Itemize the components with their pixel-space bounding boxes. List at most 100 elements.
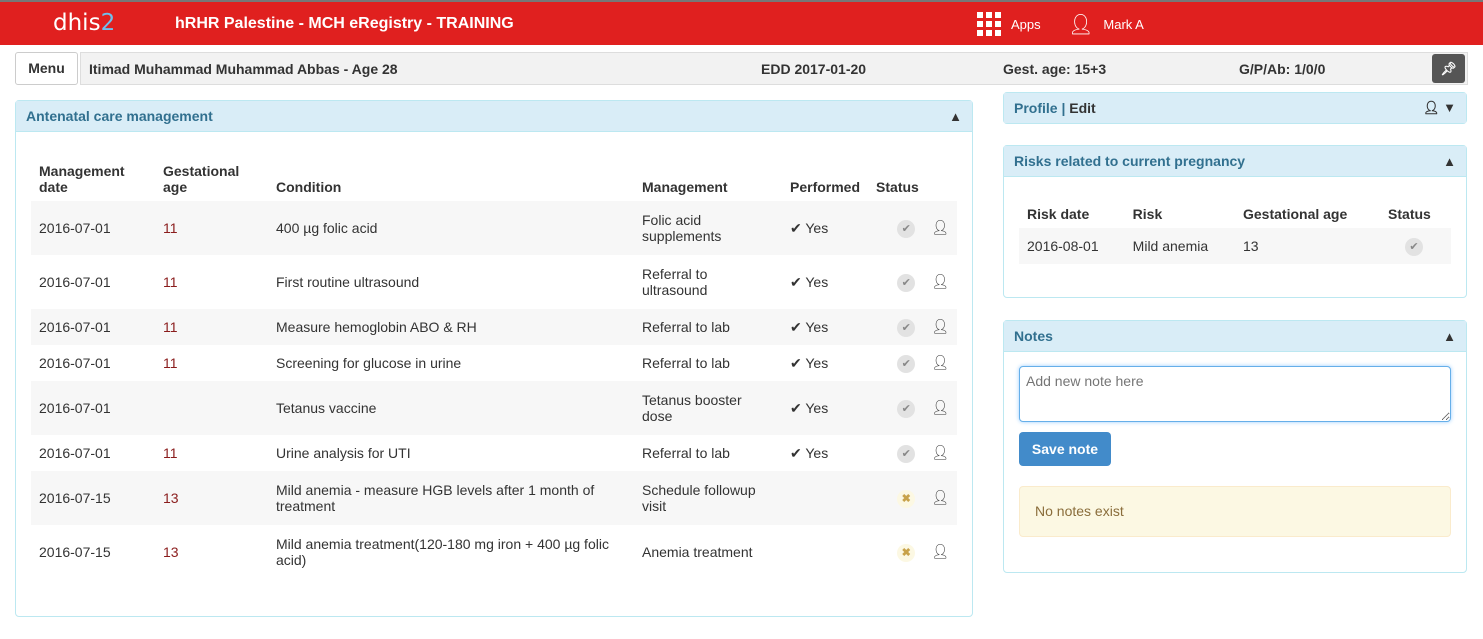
patient-name: Itimad Muhammad Muhammad Abbas - Age 28 [89, 61, 398, 77]
cell-status: ✖ 👤︎ [868, 525, 957, 579]
cell-status: ✔ 👤︎ [868, 201, 957, 255]
notes-panel: Notes▲ Save note No notes exist [1003, 320, 1467, 573]
cell-condition: 400 µg folic acid [268, 201, 634, 255]
apps-menu[interactable]: Apps [977, 12, 1041, 36]
user-icon: 👤︎ [1068, 14, 1094, 36]
risks-table: Risk date Risk Gestational age Status 20… [1019, 192, 1451, 264]
cell-status: ✔ 👤︎ [868, 435, 957, 471]
cell-management: Tetanus booster dose [634, 381, 782, 435]
x-circle-icon[interactable]: ✖ [897, 489, 916, 508]
col-header: Risk date [1027, 206, 1090, 222]
person-icon[interactable]: 👤︎ [931, 354, 949, 371]
cell-date: 2016-07-01 [31, 201, 155, 255]
table-row: 2016-07-01 11 Urine analysis for UTI Ref… [31, 435, 957, 471]
cell-date: 2016-07-01 [39, 274, 111, 290]
cell-management: Anemia treatment [642, 544, 753, 560]
chevron-up-icon[interactable]: ▲ [949, 101, 962, 132]
cell-performed: ✔ Yes [782, 201, 869, 255]
no-notes-alert: No notes exist [1019, 486, 1451, 537]
person-icon[interactable]: 👤︎ [931, 318, 949, 335]
cell-status: ✔ 👤︎ [868, 309, 957, 345]
cell-ga: 11 [155, 309, 268, 345]
cell-condition: First routine ultrasound [276, 274, 420, 290]
pin-button[interactable]: 📌︎ [1432, 54, 1465, 83]
edd: EDD 2017-01-20 [761, 61, 867, 77]
cell-condition: Mild anemia treatment(120-180 mg iron + … [276, 536, 609, 568]
person-icon[interactable]: 👤︎ [931, 444, 949, 461]
cell-date: 2016-07-01 [39, 355, 111, 371]
check-icon: ✔ [790, 444, 802, 461]
apps-grid-icon [977, 12, 1001, 36]
cell-status: ✔ 👤︎ [868, 255, 957, 309]
user-menu[interactable]: 👤︎ Mark A [1068, 12, 1144, 37]
check-circle-icon[interactable]: ✔ [897, 444, 916, 463]
menu-button[interactable]: Menu [15, 52, 78, 85]
person-icon[interactable]: 👤︎ [931, 399, 949, 416]
note-input[interactable] [1019, 366, 1451, 422]
patient-info-bar: Itimad Muhammad Muhammad Abbas - Age 28 … [80, 52, 1468, 85]
cell-management: Referral to ultrasound [642, 266, 708, 298]
table-row: 2016-07-01 11 Measure hemoglobin ABO & R… [31, 309, 957, 345]
gestational-age: Gest. age: 15+3 [1003, 61, 1107, 77]
col-header: Gestational age [163, 163, 240, 195]
check-circle-icon[interactable]: ✔ [897, 354, 916, 373]
cell-condition: Tetanus vaccine [268, 381, 634, 435]
profile-toggle[interactable]: 👤︎ ▼ [1423, 93, 1456, 123]
cell-date: 2016-07-15 [39, 544, 111, 560]
gpab: G/P/Ab: 1/0/0 [1239, 61, 1326, 77]
table-row: 2016-07-01 Tetanus vaccine Tetanus boost… [31, 381, 957, 435]
col-header: Status [876, 179, 919, 195]
table-row: 2016-08-01 Mild anemia 13 ✔ [1019, 228, 1451, 264]
cell-status: ✔ 👤︎ [868, 381, 957, 435]
person-icon[interactable]: 👤︎ [931, 219, 949, 236]
cell-management: Referral to lab [634, 309, 782, 345]
app-title: hRHR Palestine - MCH eRegistry - TRAININ… [175, 15, 514, 32]
cell-management: Folic acid supplements [634, 201, 782, 255]
cell-date: 2016-07-01 [31, 381, 155, 435]
check-icon: ✔ [1405, 237, 1423, 256]
profile-panel: Profile | Edit 👤︎ ▼ [1003, 92, 1467, 124]
chevron-up-icon[interactable]: ▲ [1443, 146, 1456, 177]
cell-performed: ✔ Yes [790, 354, 829, 371]
cell-ga: 13 [155, 471, 268, 525]
cell-date: 2016-07-01 [31, 309, 155, 345]
cell-performed: ✔ Yes [782, 309, 869, 345]
person-icon[interactable]: 👤︎ [931, 273, 949, 290]
cell-performed: ✔ Yes [782, 381, 869, 435]
check-icon: ✔ [790, 318, 802, 335]
cell-management: Referral to lab [642, 355, 730, 371]
cell-date: 2016-07-01 [39, 445, 111, 461]
col-header: Risk [1132, 206, 1163, 222]
col-header: Gestational age [1243, 206, 1348, 222]
table-row: 2016-07-01 11 First routine ultrasound R… [31, 255, 957, 309]
cell-ga: 11 [163, 445, 178, 461]
cell-condition: Screening for glucose in urine [276, 355, 462, 371]
col-header: Management [642, 179, 728, 195]
cell-management: Referral to lab [642, 445, 730, 461]
check-circle-icon[interactable]: ✔ [897, 273, 916, 292]
profile-link[interactable]: Profile [1014, 100, 1058, 116]
cell-status: ✔ 👤︎ [868, 345, 957, 381]
save-note-button[interactable]: Save note [1019, 432, 1111, 466]
table-row: 2016-07-01 11 400 µg folic acid Folic ac… [31, 201, 957, 255]
check-icon: ✔ [790, 399, 802, 416]
chevron-up-icon[interactable]: ▲ [1443, 321, 1456, 352]
check-circle-icon[interactable]: ✔ [897, 318, 916, 337]
person-icon[interactable]: 👤︎ [931, 489, 949, 506]
x-circle-icon[interactable]: ✖ [897, 543, 916, 562]
col-header: Status [1388, 206, 1431, 222]
cell-management: Schedule followup visit [634, 471, 782, 525]
check-circle-icon[interactable]: ✔ [897, 399, 916, 418]
edit-link[interactable]: Edit [1069, 100, 1095, 116]
col-header: Management date [39, 163, 125, 195]
risks-panel: Risks related to current pregnancy ▲ Risk… [1003, 145, 1467, 298]
person-icon[interactable]: 👤︎ [931, 543, 949, 560]
cell-date: 2016-07-15 [31, 471, 155, 525]
cell-status: ✖ 👤︎ [868, 471, 957, 525]
check-circle-icon[interactable]: ✔ [897, 219, 916, 238]
dhis2-logo[interactable]: dhis2 [53, 10, 115, 36]
cell-ga: 11 [163, 274, 178, 290]
cell-ga [155, 381, 268, 435]
check-icon: ✔ [790, 219, 802, 236]
check-icon: ✔ [790, 354, 802, 371]
